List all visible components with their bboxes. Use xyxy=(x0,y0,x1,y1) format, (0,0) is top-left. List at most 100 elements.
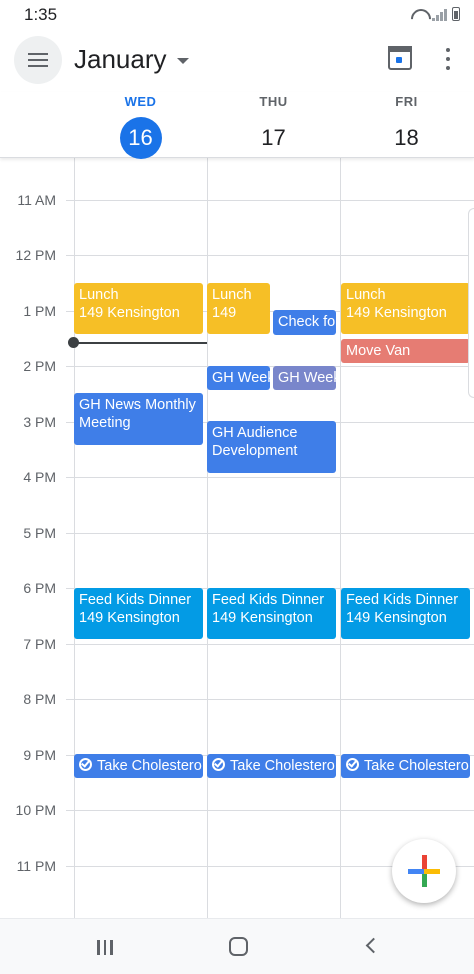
day-of-month: 17 xyxy=(261,125,286,150)
day-of-month: 18 xyxy=(394,125,419,150)
hour-label: 5 PM xyxy=(23,525,56,541)
event-lunch-wed[interactable]: Lunch 149 Kensington xyxy=(74,283,203,334)
hour-line xyxy=(66,255,474,256)
hour-label: 8 PM xyxy=(23,691,56,707)
hour-line xyxy=(66,533,474,534)
event-title: GH Week xyxy=(212,370,270,386)
event-location: 149 Kensington xyxy=(79,305,180,321)
status-time: 1:35 xyxy=(24,5,58,24)
day-of-week: THU xyxy=(259,94,288,109)
status-bar: 1:35 xyxy=(0,0,474,30)
event-title: Take Cholestero xyxy=(97,758,202,774)
hour-label: 2 PM xyxy=(23,358,56,374)
event-location: 149 Kensington xyxy=(79,610,180,626)
event-lunch-fri[interactable]: Lunch 149 Kensington xyxy=(341,283,470,334)
event-title: Feed Kids Dinner xyxy=(212,592,325,608)
event-title: GH Week xyxy=(278,370,336,386)
hour-label: 10 PM xyxy=(15,802,56,818)
day-header: WED 16 THU 17 FRI 18 xyxy=(0,92,474,159)
hour-label: 11 PM xyxy=(16,858,56,874)
day-column-header-fri[interactable]: FRI 18 xyxy=(340,92,473,159)
event-cholesterol-wed[interactable]: Take Cholestero xyxy=(74,754,203,778)
month-title: January xyxy=(74,44,167,74)
hour-line xyxy=(66,810,474,811)
event-cholesterol-thu[interactable]: Take Cholestero xyxy=(207,754,336,778)
event-title: Take Cholestero xyxy=(230,758,335,774)
event-location: 149 Kensington xyxy=(346,610,447,626)
signal-icon xyxy=(432,9,447,21)
task-check-icon xyxy=(212,758,225,771)
event-location: 149 Kensington xyxy=(212,610,313,626)
menu-icon-bar xyxy=(28,65,48,67)
app-bar: January xyxy=(0,30,474,92)
event-title: Move Van xyxy=(346,343,411,359)
back-icon[interactable] xyxy=(365,937,382,954)
home-icon[interactable] xyxy=(229,937,248,956)
event-check-thu[interactable]: Check fo xyxy=(273,310,336,335)
event-lunch-thu[interactable]: Lunch 149 xyxy=(207,283,270,334)
hour-line xyxy=(66,699,474,700)
event-title: Take Cholestero xyxy=(364,758,469,774)
menu-button[interactable] xyxy=(14,36,62,84)
plus-icon-part xyxy=(424,869,440,874)
event-title: Lunch xyxy=(346,287,386,303)
current-time-dot xyxy=(68,337,79,348)
event-gh-week-thu[interactable]: GH Week xyxy=(207,366,270,390)
hour-label: 11 AM xyxy=(17,192,56,208)
day-of-week: WED xyxy=(124,94,157,109)
system-nav-bar xyxy=(0,918,474,974)
plus-icon-part xyxy=(408,869,424,874)
event-feed-kids-thu[interactable]: Feed Kids Dinner 149 Kensington xyxy=(207,588,336,639)
hour-label: 1 PM xyxy=(23,303,56,319)
task-check-icon xyxy=(346,758,359,771)
hour-label: 6 PM xyxy=(23,580,56,596)
column-divider xyxy=(340,158,341,918)
event-feed-kids-fri[interactable]: Feed Kids Dinner 149 Kensington xyxy=(341,588,470,639)
hour-label: 3 PM xyxy=(23,414,56,430)
task-check-icon xyxy=(79,758,92,771)
hour-label: 7 PM xyxy=(23,636,56,652)
battery-icon xyxy=(452,7,460,21)
hour-label: 12 PM xyxy=(15,247,56,263)
menu-icon-bar xyxy=(28,53,48,55)
event-location: 149 Kensington xyxy=(346,305,447,321)
status-icons xyxy=(411,7,460,21)
hour-line xyxy=(66,477,474,478)
event-feed-kids-wed[interactable]: Feed Kids Dinner 149 Kensington xyxy=(74,588,203,639)
today-calendar-icon[interactable] xyxy=(388,46,412,70)
event-move-van-fri[interactable]: Move Van xyxy=(341,339,470,363)
more-options-icon[interactable] xyxy=(445,48,451,70)
menu-icon-bar xyxy=(28,59,48,61)
month-selector[interactable]: January xyxy=(74,44,189,75)
day-of-week: FRI xyxy=(395,94,418,109)
event-title: Lunch xyxy=(212,287,252,303)
event-gh-news-wed[interactable]: GH News Monthly Meeting xyxy=(74,393,203,445)
hour-label: 4 PM xyxy=(23,469,56,485)
event-title: GH News Monthly Meeting xyxy=(79,397,196,431)
event-title: Lunch xyxy=(79,287,119,303)
recent-apps-icon[interactable] xyxy=(97,940,113,955)
hour-label: 9 PM xyxy=(23,747,56,763)
event-title: GH Audience Development xyxy=(212,425,298,459)
day-column-header-thu[interactable]: THU 17 xyxy=(207,92,340,159)
column-divider xyxy=(74,158,75,918)
event-title: Feed Kids Dinner xyxy=(346,592,459,608)
hour-line xyxy=(66,366,474,367)
wifi-icon xyxy=(411,9,427,21)
hour-line xyxy=(66,644,474,645)
day-column-header-wed[interactable]: WED 16 xyxy=(74,92,207,159)
event-gh-audience-thu[interactable]: GH Audience Development xyxy=(207,421,336,473)
event-gh-week-thu-2[interactable]: GH Week xyxy=(273,366,336,390)
day-of-month: 16 xyxy=(119,117,162,159)
event-title: Check fo xyxy=(278,314,336,330)
calendar-grid[interactable]: 11 AM 12 PM 1 PM 2 PM 3 PM 4 PM 5 PM 6 P… xyxy=(0,158,474,918)
event-cholesterol-fri[interactable]: Take Cholestero xyxy=(341,754,470,778)
event-title: Feed Kids Dinner xyxy=(79,592,192,608)
side-panel-handle[interactable] xyxy=(468,208,474,398)
caret-down-icon xyxy=(176,57,189,64)
event-location: 149 xyxy=(212,305,237,321)
hour-line xyxy=(66,200,474,201)
column-divider xyxy=(207,158,208,918)
current-time-line xyxy=(74,342,207,344)
create-event-button[interactable] xyxy=(392,839,456,903)
